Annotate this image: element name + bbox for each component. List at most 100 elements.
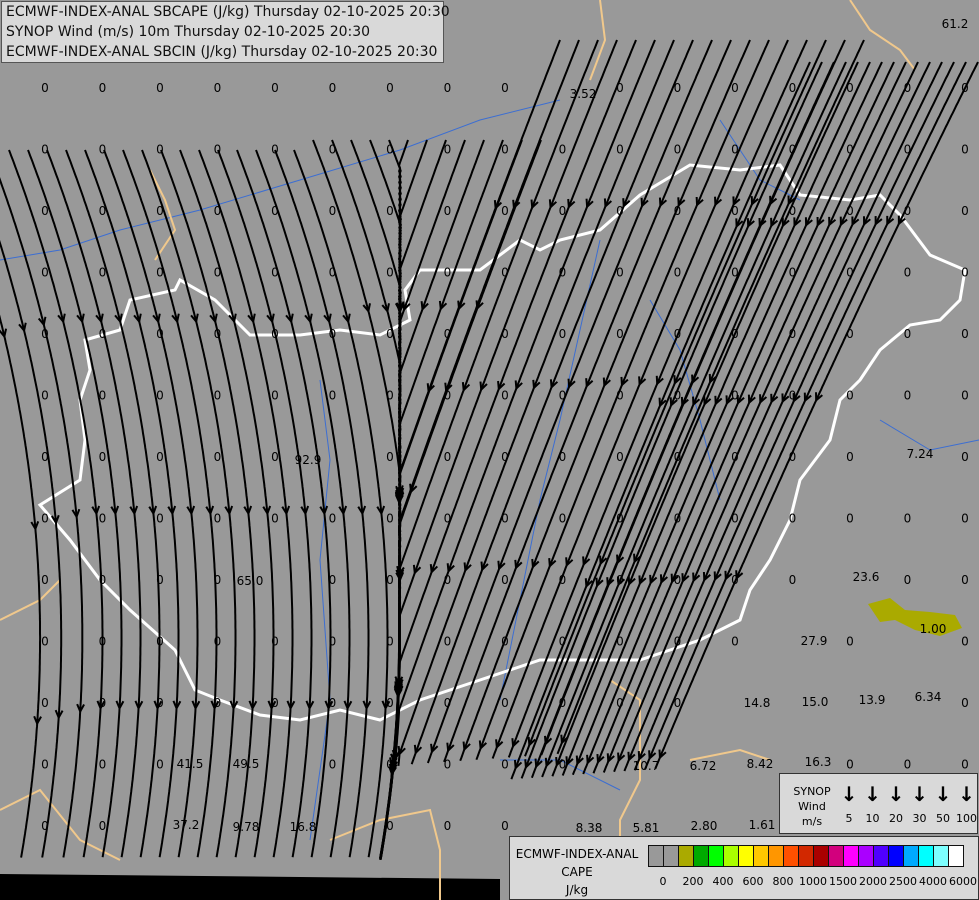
cape-color-swatch <box>844 846 859 866</box>
station-value-label: 0 <box>41 819 49 833</box>
station-value-label: 0 <box>271 450 279 464</box>
cape-tick-label: 800 <box>772 875 794 888</box>
station-value-label: 0 <box>386 696 394 710</box>
wind-arrow-icon: ↓ <box>934 782 952 806</box>
cape-tick-label: 0 <box>659 875 667 888</box>
station-value-label: 92.9 <box>295 453 322 467</box>
station-value-label: 0 <box>41 696 49 710</box>
station-value-label: 0 <box>386 266 394 280</box>
station-value-label: 0 <box>99 389 107 403</box>
station-value-label: 0 <box>559 573 567 587</box>
station-value-label: 0 <box>559 266 567 280</box>
wind-legend-item: ↓ 10 <box>862 784 884 825</box>
station-value-label: 0 <box>904 204 912 218</box>
station-value-label: 0 <box>961 635 969 649</box>
station-value-label: 0 <box>329 758 337 772</box>
station-value-label: 0 <box>731 635 739 649</box>
wind-legend-item: ↓ 20 <box>885 784 907 825</box>
station-value-label: 0 <box>789 266 797 280</box>
station-value-label: 0 <box>904 266 912 280</box>
weather-map[interactable]: 61.2 3.52 92.9 65.0 23.6 1.00 27.9 7.24 14.8 15.0… <box>0 0 979 900</box>
station-value-label: 0 <box>616 450 624 464</box>
station-value-label: 0 <box>156 266 164 280</box>
station-value-label: 0 <box>731 327 739 341</box>
station-value-label: 0 <box>674 204 682 218</box>
wind-legend-line: m/s <box>801 815 823 828</box>
station-value-label: 0 <box>271 696 279 710</box>
cape-tick-label: 6000 <box>949 875 977 888</box>
station-value-label: 0 <box>904 512 912 526</box>
station-value-label: 0 <box>674 573 682 587</box>
station-value-label: 0 <box>156 81 164 95</box>
station-value-label: 0 <box>501 450 509 464</box>
station-value-label: 0 <box>386 758 394 772</box>
cape-tick-label: 4000 <box>919 875 947 888</box>
station-value-label: 0 <box>616 512 624 526</box>
station-value-label: 0 <box>41 143 49 157</box>
station-value-label: 0 <box>329 881 337 895</box>
station-value-label: 0 <box>156 573 164 587</box>
title-synop-wind: SYNOP Wind (m/s) 10m Thursday 02-10-2025… <box>6 24 371 40</box>
station-value-label: 0 <box>444 696 452 710</box>
title-sbcin: ECMWF-INDEX-ANAL SBCIN (J/kg) Thursday 0… <box>6 44 438 60</box>
station-value-label: 0 <box>904 758 912 772</box>
station-value-label: 0 <box>846 143 854 157</box>
station-value-label: 0 <box>789 573 797 587</box>
station-value-label: 0 <box>789 450 797 464</box>
cape-color-bar <box>648 845 964 867</box>
map-background <box>0 0 979 900</box>
station-value-label: 0 <box>329 635 337 649</box>
station-value-label: 0 <box>329 696 337 710</box>
station-value-label: 0 <box>41 512 49 526</box>
station-value-label: 0 <box>271 81 279 95</box>
station-value-label: 0 <box>501 327 509 341</box>
station-value-label: 0 <box>386 81 394 95</box>
station-value-label: 2.80 <box>691 819 718 833</box>
station-value-label: 0 <box>731 266 739 280</box>
station-value-label: 0 <box>731 389 739 403</box>
station-value-label: 0 <box>789 512 797 526</box>
station-value-label: 0 <box>501 81 509 95</box>
cape-legend-title: ECMWF-INDEX-ANAL CAPE J/kg <box>512 845 642 899</box>
title-sbcape: ECMWF-INDEX-ANAL SBCAPE (J/kg) Thursday … <box>6 4 450 20</box>
cape-tick-label: 2000 <box>859 875 887 888</box>
station-value-label: 0 <box>214 143 222 157</box>
station-value-label: 0 <box>731 450 739 464</box>
station-value-label: 0 <box>329 204 337 218</box>
cape-color-swatch <box>919 846 934 866</box>
station-value-label: 0 <box>214 450 222 464</box>
wind-legend: SYNOP Wind m/s ↓ 5 ↓ 10 ↓ 20 ↓ 30 ↓ 50 ↓ 100 <box>779 773 978 834</box>
wind-legend-title: SYNOP Wind m/s <box>784 784 840 829</box>
cape-tick-label: 600 <box>742 875 764 888</box>
station-value-label: 0 <box>41 266 49 280</box>
station-value-label: 0 <box>789 81 797 95</box>
station-value-label: 0 <box>214 327 222 341</box>
cape-color-swatch <box>724 846 739 866</box>
station-value-label: 0 <box>271 389 279 403</box>
wind-legend-item: ↓ 100 <box>956 784 978 825</box>
station-value-label: 0 <box>731 143 739 157</box>
station-value-label: 16.3 <box>805 755 832 769</box>
station-value-label: 10.7 <box>633 759 660 773</box>
station-value-label: 14.8 <box>744 696 771 710</box>
station-value-label: 0 <box>846 512 854 526</box>
station-value-label: 0 <box>674 81 682 95</box>
cape-tick-label: 400 <box>712 875 734 888</box>
station-value-label: 0 <box>559 450 567 464</box>
station-value-label: 0 <box>559 389 567 403</box>
station-value-label: 0 <box>961 266 969 280</box>
station-value-label: 0 <box>501 635 509 649</box>
station-value-label: 0 <box>41 327 49 341</box>
station-value-label: 0 <box>674 512 682 526</box>
wind-speed-label: 30 <box>912 812 927 825</box>
station-value-label: 0 <box>846 389 854 403</box>
station-value-label: 0 <box>674 143 682 157</box>
station-value-label: 0 <box>386 573 394 587</box>
station-value-label: 0 <box>674 389 682 403</box>
cape-tick-label: 2500 <box>889 875 917 888</box>
station-value-label: 0 <box>156 143 164 157</box>
station-value-label: 0 <box>156 696 164 710</box>
station-value-label: 0 <box>731 573 739 587</box>
wind-speed-label: 50 <box>936 812 950 825</box>
station-value-label: 0 <box>41 881 49 895</box>
